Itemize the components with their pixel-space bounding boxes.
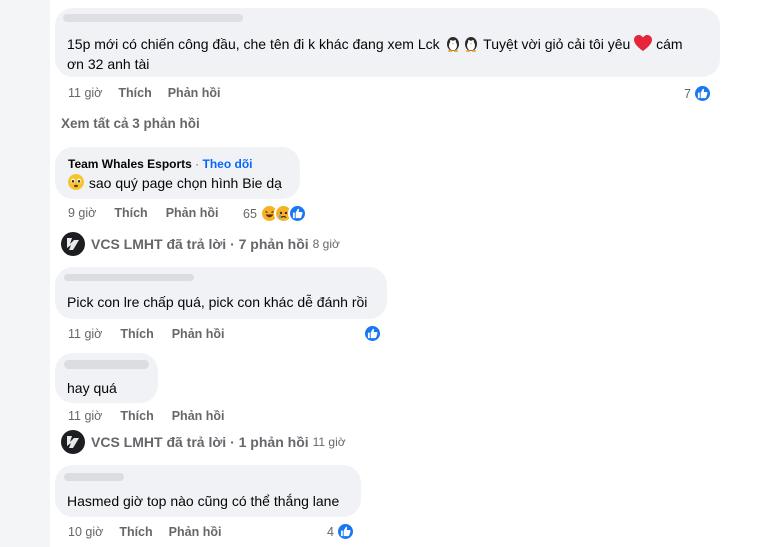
reaction-summary-3[interactable] [363, 324, 382, 343]
reply-button[interactable]: Phản hồi [172, 409, 225, 423]
reply-summary-text: VCS LMHT đã trả lời · 7 phản hồi [91, 236, 309, 252]
comment-time: 10 giờ [68, 525, 104, 539]
reply-button[interactable]: Phản hồi [168, 86, 221, 100]
comment-text: sao quý page chọn hình Bie dạ [67, 173, 282, 196]
comment-bubble-4: hay quá [55, 353, 158, 403]
comment-bubble-2: Team Whales Esports · Theo dõi sao quý p… [55, 147, 300, 199]
comment-bubble-1: 15p mới có chiến công đầu, che tên đi k … [55, 8, 720, 77]
reply-summary-1[interactable]: VCS LMHT đã trả lời · 7 phản hồi 8 giờ [61, 232, 340, 256]
comment-time: 9 giờ [68, 206, 97, 220]
vcs-lmht-avatar [61, 232, 85, 256]
reaction-summary-2[interactable]: 65 [243, 204, 307, 223]
reply-summary-2[interactable]: VCS LMHT đã trả lời · 1 phản hồi 11 giờ [61, 430, 346, 454]
comment-actions-5: 10 giờ Thích Phản hồi [68, 525, 221, 539]
comment-bubble-3: Pick con lre chấp quá, pick con khác dễ … [55, 267, 387, 319]
comment-actions-1: 11 giờ Thích Phản hồi [68, 86, 221, 100]
like-reaction-icon [692, 84, 712, 103]
like-button[interactable]: Thích [114, 206, 147, 220]
reply-summary-text: VCS LMHT đã trả lời · 1 phản hồi [91, 434, 309, 450]
comment-actions-2: 9 giờ Thích Phản hồi [68, 206, 218, 220]
reply-summary-time: 11 giờ [312, 435, 346, 449]
comment-time: 11 giờ [68, 327, 103, 341]
like-button[interactable]: Thích [118, 86, 151, 100]
follow-button[interactable]: Theo dõi [203, 157, 253, 171]
redacted-author-name [64, 274, 194, 281]
comment-time: 11 giờ [68, 409, 103, 423]
comment-text-line-2: ơn 32 anh tài [67, 56, 150, 72]
penguin-emoji [462, 34, 480, 57]
reply-summary-time: 8 giờ [312, 237, 340, 251]
reaction-count: 65 [243, 206, 257, 221]
reaction-summary-5[interactable]: 4 [327, 522, 355, 541]
left-gutter [0, 0, 50, 547]
like-reaction-icon [287, 204, 307, 223]
redacted-author-name [64, 360, 149, 369]
reaction-count: 7 [684, 86, 691, 101]
reaction-count: 4 [327, 524, 334, 539]
reaction-summary-1[interactable]: 7 [684, 84, 712, 103]
like-reaction-icon [335, 522, 355, 541]
like-button[interactable]: Thích [120, 327, 153, 341]
red-heart-emoji [634, 35, 653, 57]
comment-time: 11 giờ [68, 86, 103, 100]
worried-face-emoji [67, 173, 85, 196]
penguin-emoji [444, 34, 462, 57]
comment-header: Team Whales Esports · Theo dõi [68, 157, 253, 171]
vcs-lmht-avatar [61, 430, 85, 454]
comment-text: Hasmed giờ top nào cũng có thể thắng lan… [67, 493, 340, 509]
comment-text: Pick con lre chấp quá, pick con khác dễ … [67, 294, 368, 310]
like-reaction-icon [363, 324, 382, 343]
comment-actions-4: 11 giờ Thích Phản hồi [68, 409, 225, 423]
like-button[interactable]: Thích [120, 409, 153, 423]
reply-button[interactable]: Phản hồi [166, 206, 219, 220]
author-name[interactable]: Team Whales Esports [68, 157, 192, 171]
reply-button[interactable]: Phản hồi [169, 525, 222, 539]
comment-text: hay quá [67, 380, 117, 396]
comment-bubble-5: Hasmed giờ top nào cũng có thể thắng lan… [55, 465, 361, 517]
comment-actions-3: 11 giờ Thích Phản hồi [68, 327, 225, 341]
see-all-replies-link[interactable]: Xem tất cả 3 phản hồi [61, 116, 200, 131]
redacted-author-name [64, 473, 124, 481]
redacted-author-name [63, 14, 243, 22]
reply-button[interactable]: Phản hồi [172, 327, 225, 341]
like-button[interactable]: Thích [119, 525, 152, 539]
comment-text-line-1: 15p mới có chiến công đầu, che tên đi k … [67, 34, 683, 57]
